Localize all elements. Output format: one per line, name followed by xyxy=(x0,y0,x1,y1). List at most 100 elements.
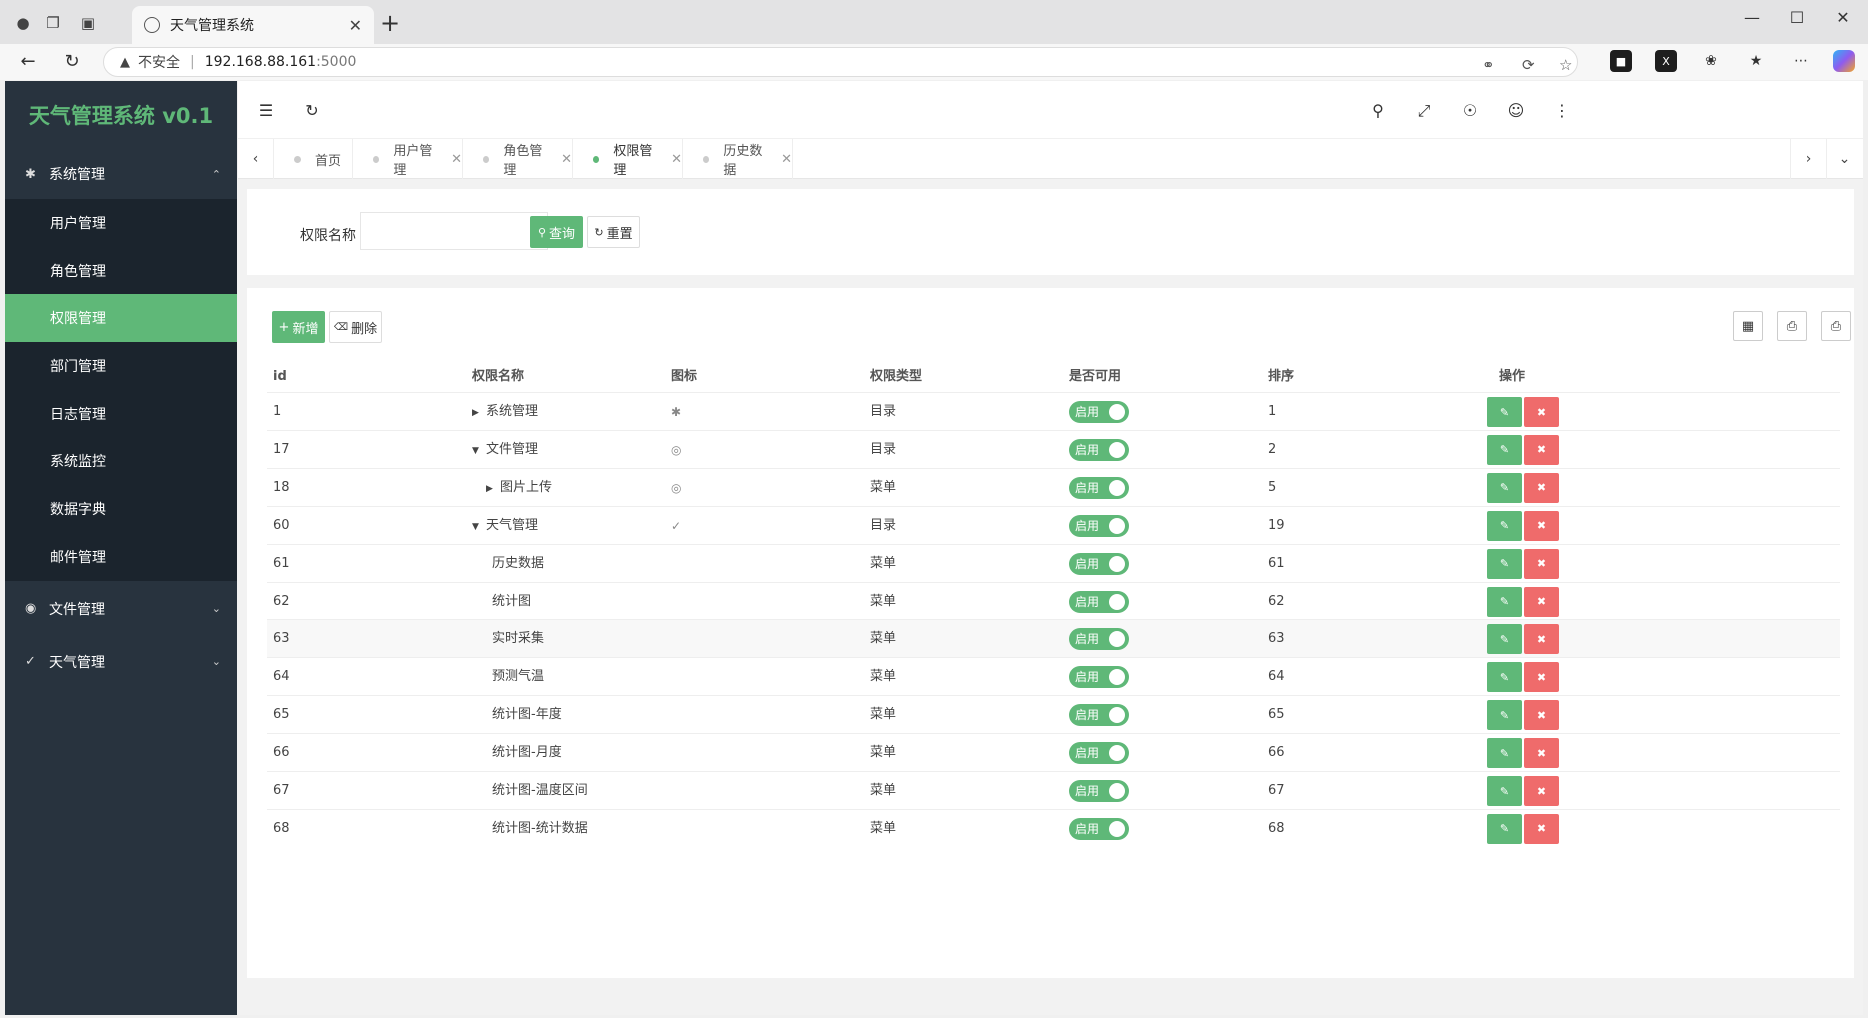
table-row[interactable]: 61 历史数据 菜单 启用 61 ✎ ✖ xyxy=(267,543,1840,582)
edit-button[interactable]: ✎ xyxy=(1487,624,1522,655)
new-tab-button[interactable]: + xyxy=(380,10,400,36)
table-row[interactable]: 60 ▼ 天气管理 ✓ 目录 启用 19 ✎ ✖ xyxy=(267,505,1840,546)
table-row[interactable]: 67 统计图-温度区间 菜单 启用 67 ✎ ✖ xyxy=(267,771,1840,809)
delete-row-button[interactable]: ✖ xyxy=(1524,624,1559,655)
language-globe-icon[interactable]: ☉ xyxy=(1460,101,1480,120)
edit-button[interactable]: ✎ xyxy=(1487,776,1522,806)
tab-close-icon[interactable]: ✕ xyxy=(451,152,462,167)
export-icon[interactable]: ⎙ xyxy=(1777,311,1807,341)
enabled-switch[interactable]: 启用 xyxy=(1069,780,1129,802)
close-tab-icon[interactable]: ✕ xyxy=(349,16,362,35)
caret-right-icon[interactable]: ▶ xyxy=(472,394,486,432)
sidebar-item-roles[interactable]: 角色管理 xyxy=(5,247,237,295)
sidebar-item-monitor[interactable]: 系统监控 xyxy=(5,437,237,485)
edit-button[interactable]: ✎ xyxy=(1487,548,1522,579)
delete-button[interactable]: ⌫ 删除 xyxy=(329,311,382,343)
table-row[interactable]: 64 预测气温 菜单 启用 64 ✎ ✖ xyxy=(267,657,1840,695)
delete-row-button[interactable]: ✖ xyxy=(1524,510,1559,541)
sidebar-item-mail[interactable]: 邮件管理 xyxy=(5,533,237,581)
edit-button[interactable]: ✎ xyxy=(1487,738,1522,769)
enabled-switch[interactable]: 启用 xyxy=(1069,401,1129,423)
puzzle-icon[interactable]: ❀ xyxy=(1700,50,1722,72)
enabled-switch[interactable]: 启用 xyxy=(1069,552,1129,575)
enabled-switch[interactable]: 启用 xyxy=(1069,704,1129,727)
delete-row-button[interactable]: ✖ xyxy=(1524,548,1559,579)
query-button[interactable]: ⚲ 查询 xyxy=(530,216,583,248)
enabled-switch[interactable]: 启用 xyxy=(1069,476,1129,499)
edit-button[interactable]: ✎ xyxy=(1487,434,1522,465)
tab-home[interactable]: 首页 xyxy=(274,139,353,179)
maximize-button[interactable]: ☐ xyxy=(1782,8,1812,27)
tab-actions-icon[interactable]: ▣ xyxy=(75,10,101,36)
tab-users[interactable]: 用户管理 ✕ xyxy=(353,139,463,179)
edit-button[interactable]: ✎ xyxy=(1487,700,1522,731)
copilot-icon[interactable] xyxy=(1833,50,1855,72)
enabled-switch[interactable]: 启用 xyxy=(1069,628,1129,651)
tab-close-icon[interactable]: ✕ xyxy=(671,152,682,167)
enabled-switch[interactable]: 启用 xyxy=(1069,817,1129,840)
sidebar-group-system[interactable]: ✱ 系统管理 ⌃ xyxy=(5,149,237,199)
key-icon[interactable]: ⚭ xyxy=(1482,56,1495,74)
user-icon[interactable]: ☺ xyxy=(1506,101,1526,120)
edit-button[interactable]: ✎ xyxy=(1487,662,1522,693)
window-close-button[interactable]: ✕ xyxy=(1828,8,1858,27)
refresh-page-icon[interactable]: ⟳ xyxy=(1522,56,1535,74)
sidebar-item-users[interactable]: 用户管理 xyxy=(5,199,237,247)
edit-button[interactable]: ✎ xyxy=(1487,510,1522,541)
browser-tab-active[interactable]: 天气管理系统 ✕ xyxy=(132,6,374,44)
reset-button[interactable]: ↻ 重置 xyxy=(587,216,640,248)
menu-collapse-icon[interactable]: ☰ xyxy=(256,101,276,120)
delete-row-button[interactable]: ✖ xyxy=(1524,662,1559,693)
tab-permissions[interactable]: 权限管理 ✕ xyxy=(573,139,683,179)
enabled-switch[interactable]: 启用 xyxy=(1069,742,1129,765)
sidebar-item-logs[interactable]: 日志管理 xyxy=(5,390,237,438)
x-extension-icon[interactable]: X xyxy=(1655,50,1677,72)
refresh-icon[interactable]: ↻ xyxy=(302,101,322,120)
delete-row-button[interactable]: ✖ xyxy=(1524,776,1559,806)
favorites-icon[interactable]: ★ xyxy=(1745,50,1767,72)
enabled-switch[interactable]: 启用 xyxy=(1069,590,1129,613)
caret-right-icon[interactable]: ▶ xyxy=(486,470,500,508)
delete-row-button[interactable]: ✖ xyxy=(1524,434,1559,465)
caret-down-icon[interactable]: ▼ xyxy=(472,432,486,470)
delete-row-button[interactable]: ✖ xyxy=(1524,472,1559,503)
tab-close-icon[interactable]: ✕ xyxy=(561,152,572,167)
extension-icon[interactable]: ■ xyxy=(1610,50,1632,72)
enabled-switch[interactable]: 启用 xyxy=(1069,438,1129,461)
search-icon[interactable]: ⚲ xyxy=(1368,101,1388,120)
edit-button[interactable]: ✎ xyxy=(1487,813,1522,844)
edit-button[interactable]: ✎ xyxy=(1487,472,1522,503)
back-button[interactable]: ← xyxy=(14,48,42,76)
permission-name-input[interactable] xyxy=(360,212,548,250)
tabs-prev-icon[interactable]: ‹ xyxy=(238,139,274,179)
more-menu-icon[interactable]: ⋯ xyxy=(1790,50,1812,72)
tab-roles[interactable]: 角色管理 ✕ xyxy=(463,139,573,179)
edit-button[interactable]: ✎ xyxy=(1487,397,1522,427)
delete-row-button[interactable]: ✖ xyxy=(1524,813,1559,844)
sidebar-group-weather[interactable]: ✓ 天气管理 ⌄ xyxy=(5,637,237,687)
tabs-next-icon[interactable]: › xyxy=(1790,139,1826,179)
print-icon[interactable]: ⎙ xyxy=(1821,311,1851,341)
delete-row-button[interactable]: ✖ xyxy=(1524,397,1559,427)
table-row[interactable]: 65 统计图-年度 菜单 启用 65 ✎ ✖ xyxy=(267,695,1840,733)
tab-history[interactable]: 历史数据 ✕ xyxy=(683,139,793,179)
delete-row-button[interactable]: ✖ xyxy=(1524,700,1559,731)
edit-button[interactable]: ✎ xyxy=(1487,586,1522,617)
sidebar-item-permissions[interactable]: 权限管理 xyxy=(5,294,237,343)
table-row[interactable]: 68 统计图-统计数据 菜单 启用 68 ✎ ✖ xyxy=(267,808,1840,847)
enabled-switch[interactable]: 启用 xyxy=(1069,666,1129,689)
table-row[interactable]: 17 ▼ 文件管理 ◎ 目录 启用 2 ✎ ✖ xyxy=(267,429,1840,470)
sidebar-item-dictionary[interactable]: 数据字典 xyxy=(5,485,237,533)
columns-filter-icon[interactable]: ▦ xyxy=(1733,311,1763,341)
tab-close-icon[interactable]: ✕ xyxy=(781,152,792,167)
profile-icon[interactable]: ● xyxy=(10,10,36,36)
sidebar-item-departments[interactable]: 部门管理 xyxy=(5,342,237,390)
reload-button[interactable]: ↻ xyxy=(58,48,86,76)
minimize-button[interactable]: — xyxy=(1737,8,1767,27)
table-row[interactable]: 1 ▶ 系统管理 ✱ 目录 启用 1 ✎ ✖ xyxy=(267,392,1840,430)
table-row[interactable]: 66 统计图-月度 菜单 启用 66 ✎ ✖ xyxy=(267,733,1840,771)
table-row[interactable]: 63 实时采集 菜单 启用 63 ✎ ✖ xyxy=(267,619,1840,658)
tabs-dropdown-icon[interactable]: ⌄ xyxy=(1826,139,1862,179)
caret-down-icon[interactable]: ▼ xyxy=(472,508,486,546)
favorite-star-icon[interactable]: ☆ xyxy=(1559,56,1572,74)
